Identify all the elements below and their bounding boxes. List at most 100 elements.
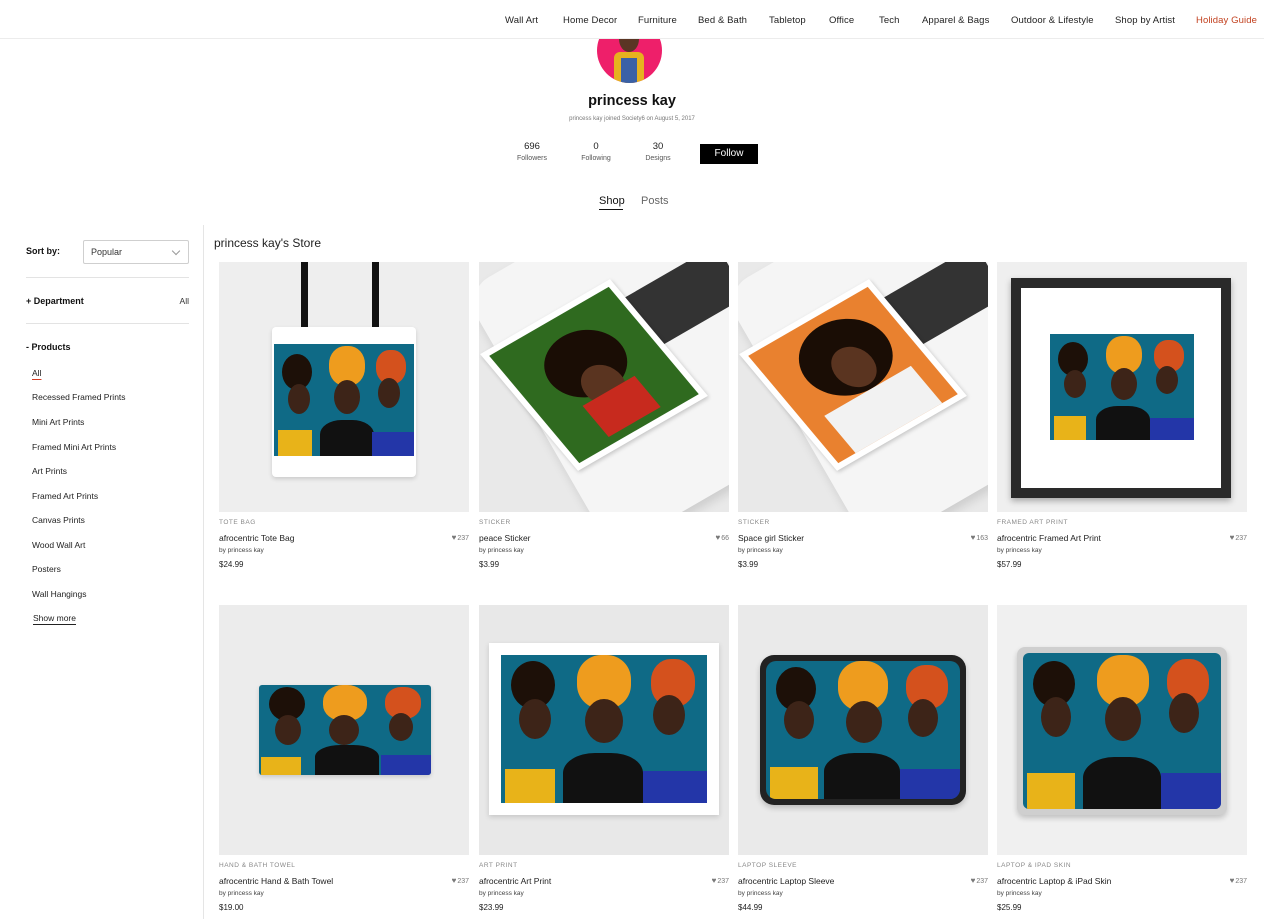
stat-value: 696: [524, 141, 540, 152]
like-count[interactable]: ♥237: [452, 876, 469, 885]
product-artist[interactable]: by princess kay: [479, 890, 524, 897]
heart-icon: ♥: [451, 876, 457, 885]
like-count[interactable]: ♥237: [712, 876, 729, 885]
product-filter-framed-mini-art-prints[interactable]: Framed Mini Art Prints: [32, 442, 116, 452]
sort-select[interactable]: Popular: [83, 240, 189, 264]
chevron-down-icon: [171, 246, 181, 256]
profile-name: princess kay: [588, 93, 676, 109]
nav-holiday-guide[interactable]: Holiday Guide: [1196, 15, 1257, 26]
nav-apparel-bags[interactable]: Apparel & Bags: [922, 15, 989, 26]
laptop-sleeve-image[interactable]: [738, 605, 988, 855]
follow-button[interactable]: Follow: [700, 144, 758, 164]
product-title[interactable]: afrocentric Art Print: [479, 876, 551, 886]
product-title[interactable]: Space girl Sticker: [738, 533, 804, 543]
tab-shop[interactable]: Shop: [599, 195, 625, 207]
products-toggle[interactable]: - Products: [26, 342, 71, 352]
product-artist[interactable]: by princess kay: [219, 547, 264, 554]
nav-wall-art[interactable]: Wall Art: [505, 15, 538, 26]
store-title: princess kay's Store: [214, 236, 321, 250]
product-filter-all[interactable]: All: [32, 368, 41, 378]
heart-icon: ♥: [715, 533, 721, 542]
product-artist[interactable]: by princess kay: [479, 547, 524, 554]
product-title[interactable]: peace Sticker: [479, 533, 531, 543]
tote-bag-image[interactable]: [219, 262, 469, 512]
product-price: $25.99: [997, 903, 1022, 912]
product-price: $44.99: [738, 903, 763, 912]
product-type: STICKER: [738, 519, 770, 526]
nav-home-decor[interactable]: Home Decor: [563, 15, 617, 26]
like-count-value: 237: [457, 535, 469, 542]
product-price: $3.99: [479, 560, 500, 569]
tab-posts[interactable]: Posts: [641, 195, 669, 207]
nav-tech[interactable]: Tech: [879, 15, 899, 26]
product-type: FRAMED ART PRINT: [997, 519, 1068, 526]
heart-icon: ♥: [1229, 876, 1235, 885]
like-count[interactable]: ♥237: [1230, 533, 1247, 542]
stat-following[interactable]: 0 Following: [571, 141, 621, 162]
nav-outdoor-lifestyle[interactable]: Outdoor & Lifestyle: [1011, 15, 1094, 26]
product-type: LAPTOP SLEEVE: [738, 862, 798, 869]
nav-furniture[interactable]: Furniture: [638, 15, 677, 26]
like-count[interactable]: ♥237: [1230, 876, 1247, 885]
like-count[interactable]: ♥237: [971, 876, 988, 885]
like-count-value: 237: [1235, 535, 1247, 542]
product-artist[interactable]: by princess kay: [738, 547, 783, 554]
product-type: TOTE BAG: [219, 519, 256, 526]
department-value: All: [179, 296, 189, 306]
product-title[interactable]: afrocentric Laptop Sleeve: [738, 876, 834, 886]
stat-value: 0: [593, 141, 599, 152]
product-filter-recessed-framed-prints[interactable]: Recessed Framed Prints: [32, 392, 126, 402]
like-count-value: 237: [1235, 878, 1247, 885]
top-nav: Wall Art Home Decor Furniture Bed & Bath…: [0, 0, 1264, 39]
product-filter-canvas-prints[interactable]: Canvas Prints: [32, 515, 85, 525]
product-title[interactable]: afrocentric Framed Art Print: [997, 533, 1101, 543]
product-filter-art-prints[interactable]: Art Prints: [32, 466, 67, 476]
laptop-skin-image[interactable]: [997, 605, 1247, 855]
like-count[interactable]: ♥66: [715, 533, 729, 542]
towel-image[interactable]: [219, 605, 469, 855]
product-title[interactable]: afrocentric Hand & Bath Towel: [219, 876, 333, 886]
product-artist[interactable]: by princess kay: [997, 890, 1042, 897]
stat-followers[interactable]: 696 Followers: [507, 141, 557, 162]
heart-icon: ♥: [970, 876, 976, 885]
product-filter-wall-hangings[interactable]: Wall Hangings: [32, 589, 87, 599]
framed-print-image[interactable]: [997, 262, 1247, 512]
divider: [26, 323, 189, 324]
product-filter-posters[interactable]: Posters: [32, 564, 61, 574]
like-count-value: 163: [976, 535, 988, 542]
sticker-image[interactable]: [738, 262, 988, 512]
heart-icon: ♥: [970, 533, 976, 542]
sticker-image[interactable]: [479, 262, 729, 512]
product-price: $57.99: [997, 560, 1022, 569]
product-filter-wood-wall-art[interactable]: Wood Wall Art: [32, 540, 85, 550]
sort-select-value: Popular: [91, 247, 123, 257]
product-price: $23.99: [479, 903, 504, 912]
product-artist[interactable]: by princess kay: [219, 890, 264, 897]
product-title[interactable]: afrocentric Laptop & iPad Skin: [997, 876, 1111, 886]
nav-office[interactable]: Office: [829, 15, 854, 26]
heart-icon: ♥: [711, 876, 717, 885]
product-artist[interactable]: by princess kay: [738, 890, 783, 897]
product-artist[interactable]: by princess kay: [997, 547, 1042, 554]
product-filter-mini-art-prints[interactable]: Mini Art Prints: [32, 417, 84, 427]
stat-designs[interactable]: 30 Designs: [633, 141, 683, 162]
like-count-value: 237: [457, 878, 469, 885]
product-type: LAPTOP & IPAD SKIN: [997, 862, 1072, 869]
nav-shop-by-artist[interactable]: Shop by Artist: [1115, 15, 1175, 26]
art-print-image[interactable]: [479, 605, 729, 855]
product-filter-framed-art-prints[interactable]: Framed Art Prints: [32, 491, 98, 501]
heart-icon: ♥: [1229, 533, 1235, 542]
like-count[interactable]: ♥163: [971, 533, 988, 542]
product-price: $24.99: [219, 560, 244, 569]
product-title[interactable]: afrocentric Tote Bag: [219, 533, 294, 543]
product-type: HAND & BATH TOWEL: [219, 862, 296, 869]
like-count-value: 237: [976, 878, 988, 885]
like-count[interactable]: ♥237: [452, 533, 469, 542]
department-toggle[interactable]: + Department: [26, 296, 84, 306]
stat-label: Following: [581, 155, 611, 162]
profile-joined-date: princess kay joined Society6 on August 5…: [569, 116, 695, 122]
show-more-link[interactable]: Show more: [33, 613, 76, 623]
nav-tabletop[interactable]: Tabletop: [769, 15, 806, 26]
sort-label: Sort by:: [26, 246, 61, 256]
nav-bed-bath[interactable]: Bed & Bath: [698, 15, 747, 26]
